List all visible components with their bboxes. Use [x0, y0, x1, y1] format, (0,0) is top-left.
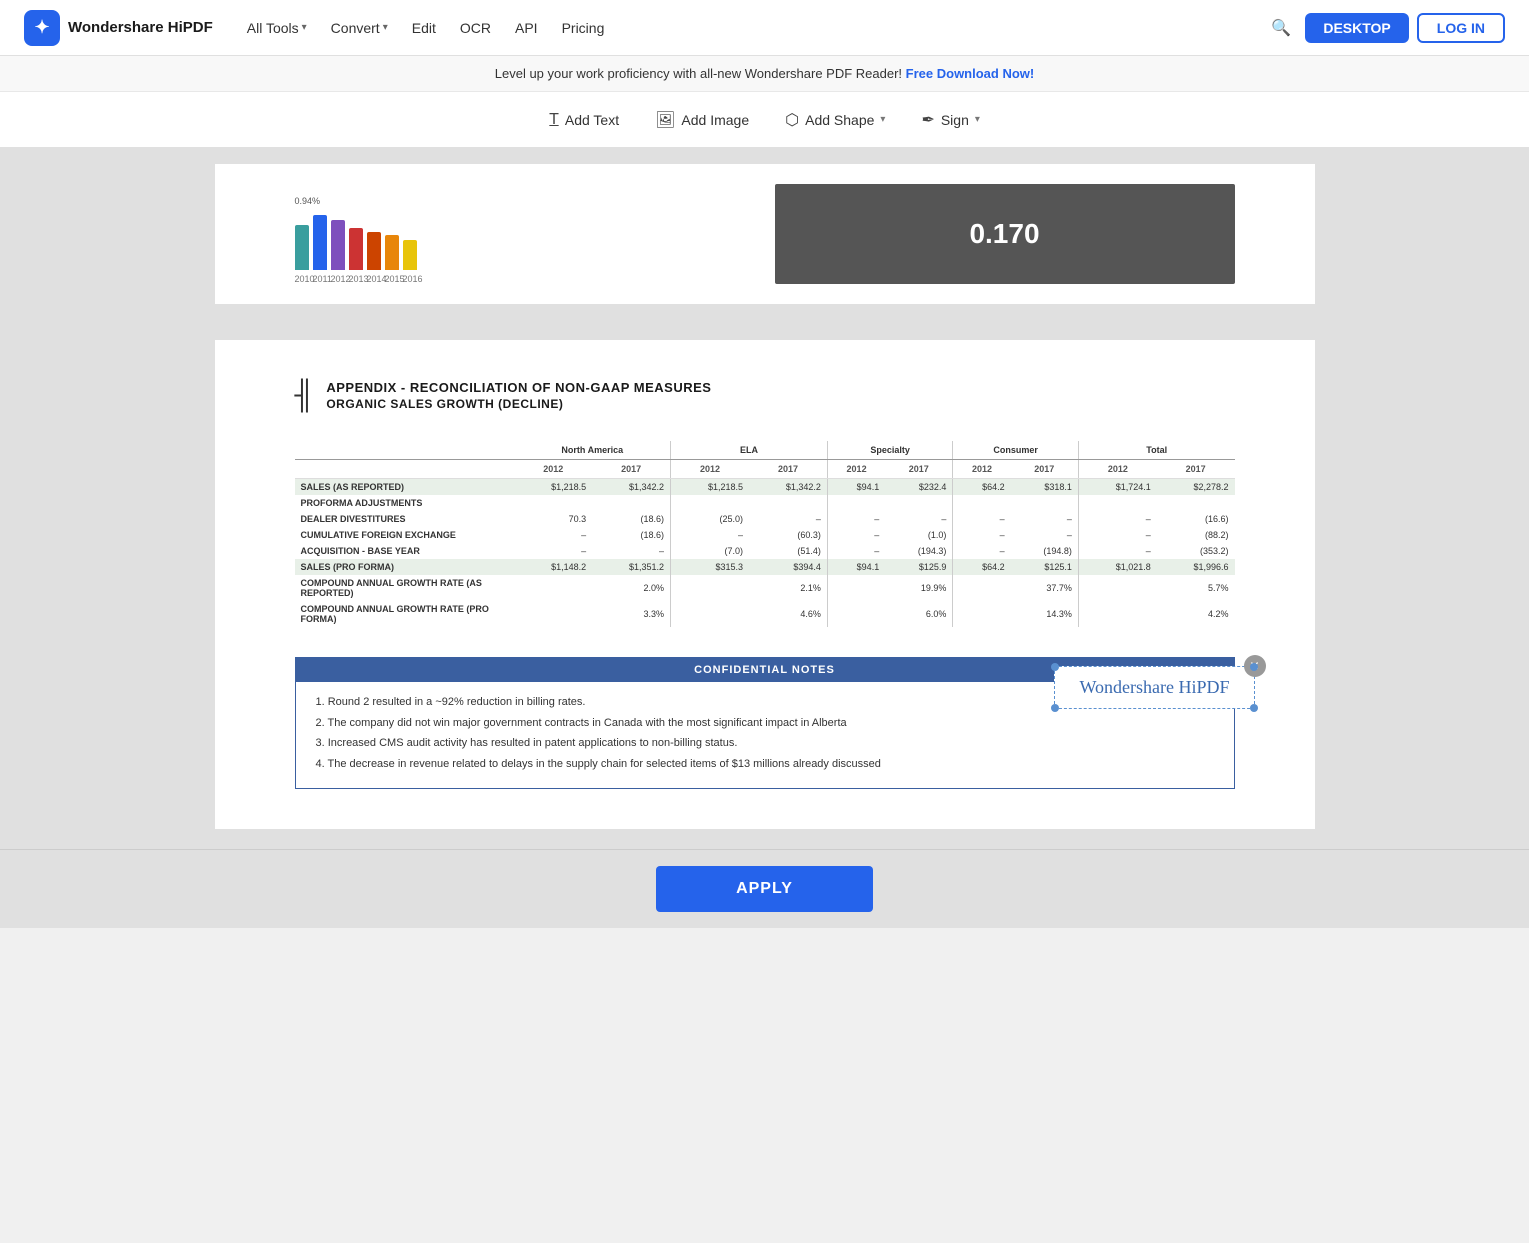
nav-all-tools[interactable]: All Tools ▾: [237, 14, 317, 42]
chart-bars: [295, 210, 755, 270]
page-image: 0.170: [775, 184, 1235, 284]
logo-icon: ✦: [24, 10, 60, 46]
page-card-top: 0.94% 2010 2011 2012 2013 2014 2015 2016 0.170: [215, 164, 1315, 304]
chart-value-label: 0.94%: [295, 196, 755, 206]
sign-button[interactable]: ✒ Sign ▾: [907, 102, 993, 138]
signature-text: Wondershare HiPDF: [1079, 677, 1229, 698]
search-button[interactable]: 🔍: [1265, 12, 1297, 44]
chart-year-label: 2012: [331, 274, 345, 284]
chart-bar: [367, 232, 381, 270]
editing-toolbar: T̲ Add Text 🖼 Add Image ⬡ Add Shape ▾ ✒ …: [0, 92, 1529, 148]
nav-ocr[interactable]: OCR: [450, 14, 501, 42]
chevron-down-icon: ▾: [975, 114, 980, 125]
appendix-icon: ╢: [295, 382, 315, 410]
nav-convert[interactable]: Convert ▾: [321, 14, 398, 42]
page-top-section: 0.94% 2010 2011 2012 2013 2014 2015 2016 0.170: [0, 148, 1529, 320]
chart-bar: [313, 215, 327, 270]
desktop-button[interactable]: DESKTOP: [1305, 13, 1408, 43]
main-nav: All Tools ▾ Convert ▾ Edit OCR API Prici…: [237, 14, 1266, 42]
table-row: SALES (PRO FORMA)$1,148.2$1,351.2$315.3$…: [295, 559, 1235, 575]
chart-year-label: 2010: [295, 274, 309, 284]
chart-bar: [295, 225, 309, 270]
header-right: 🔍 DESKTOP LOG IN: [1265, 12, 1505, 44]
nav-pricing[interactable]: Pricing: [552, 14, 615, 42]
add-image-button[interactable]: 🖼 Add Image: [641, 102, 763, 138]
main-content: 0.94% 2010 2011 2012 2013 2014 2015 2016 0.170…: [0, 148, 1529, 849]
page-card-main: ╢ APPENDIX - RECONCILIATION OF NON-GAAP …: [215, 340, 1315, 829]
chevron-down-icon: ▾: [302, 22, 307, 33]
chart-year-label: 2015: [385, 274, 399, 284]
promo-banner: Level up your work proficiency with all-…: [0, 56, 1529, 92]
logo-area: ✦ Wondershare HiPDF: [24, 10, 213, 46]
chart-year-label: 2011: [313, 274, 327, 284]
resize-handle-tl[interactable]: [1051, 663, 1059, 671]
chart-bar: [403, 240, 417, 270]
chart-bar: [349, 228, 363, 270]
signature-overlay[interactable]: ✕ Wondershare HiPDF: [1054, 666, 1254, 709]
login-button[interactable]: LOG IN: [1417, 13, 1505, 43]
chart-area: 0.94% 2010 2011 2012 2013 2014 2015 2016: [295, 196, 755, 284]
add-shape-button[interactable]: ⬡ Add Shape ▾: [771, 102, 899, 138]
apply-bar: APPLY: [0, 849, 1529, 928]
chart-bar: [331, 220, 345, 270]
table-row: DEALER DIVESTITURES70.3(18.6)(25.0)–––––…: [295, 511, 1235, 527]
header: ✦ Wondershare HiPDF All Tools ▾ Convert …: [0, 0, 1529, 56]
nav-api[interactable]: API: [505, 14, 548, 42]
table-row: COMPOUND ANNUAL GROWTH RATE (AS REPORTED…: [295, 575, 1235, 601]
chart-year-label: 2016: [403, 274, 417, 284]
nav-edit[interactable]: Edit: [402, 14, 446, 42]
sign-icon: ✒: [921, 110, 934, 130]
chart-bar: [385, 235, 399, 270]
chart-year-label: 2014: [367, 274, 381, 284]
apply-button[interactable]: APPLY: [656, 866, 873, 912]
shape-icon: ⬡: [785, 110, 799, 130]
appendix-title: APPENDIX - RECONCILIATION OF NON-GAAP ME…: [326, 380, 711, 395]
chevron-down-icon: ▾: [383, 22, 388, 33]
appendix-header: ╢ APPENDIX - RECONCILIATION OF NON-GAAP …: [295, 380, 1235, 411]
logo-text: Wondershare HiPDF: [68, 19, 213, 36]
table-row: PROFORMA ADJUSTMENTS: [295, 495, 1235, 511]
chart-year-label: 2013: [349, 274, 363, 284]
chart-labels: 2010 2011 2012 2013 2014 2015 2016: [295, 274, 755, 284]
image-icon: 🖼: [655, 110, 675, 130]
conf-note: 3. Increased CMS audit activity has resu…: [316, 735, 1214, 752]
banner-link[interactable]: Free Download Now!: [906, 66, 1035, 81]
table-row: SALES (AS REPORTED)$1,218.5$1,342.2$1,21…: [295, 479, 1235, 496]
table-row: CUMULATIVE FOREIGN EXCHANGE–(18.6)–(60.3…: [295, 527, 1235, 543]
page-main-section: ╢ APPENDIX - RECONCILIATION OF NON-GAAP …: [0, 340, 1529, 849]
financial-table: North America ELA Specialty Consumer Tot…: [295, 441, 1235, 627]
table-row: COMPOUND ANNUAL GROWTH RATE (PRO FORMA)3…: [295, 601, 1235, 627]
text-icon: T̲: [549, 111, 559, 129]
appendix-subtitle: ORGANIC SALES GROWTH (DECLINE): [326, 397, 711, 411]
table-row: ACQUISITION - BASE YEAR––(7.0)(51.4)–(19…: [295, 543, 1235, 559]
add-text-button[interactable]: T̲ Add Text: [535, 103, 633, 137]
resize-handle-tr[interactable]: [1250, 663, 1258, 671]
conf-note: 2. The company did not win major governm…: [316, 715, 1214, 732]
conf-note: 4. The decrease in revenue related to de…: [316, 756, 1214, 773]
table-header-row: North America ELA Specialty Consumer Tot…: [295, 441, 1235, 460]
table-subheader-row: 2012 2017 2012 2017 2012 2017 2012 2017 …: [295, 460, 1235, 479]
resize-handle-br[interactable]: [1250, 704, 1258, 712]
chevron-down-icon: ▾: [880, 114, 885, 125]
